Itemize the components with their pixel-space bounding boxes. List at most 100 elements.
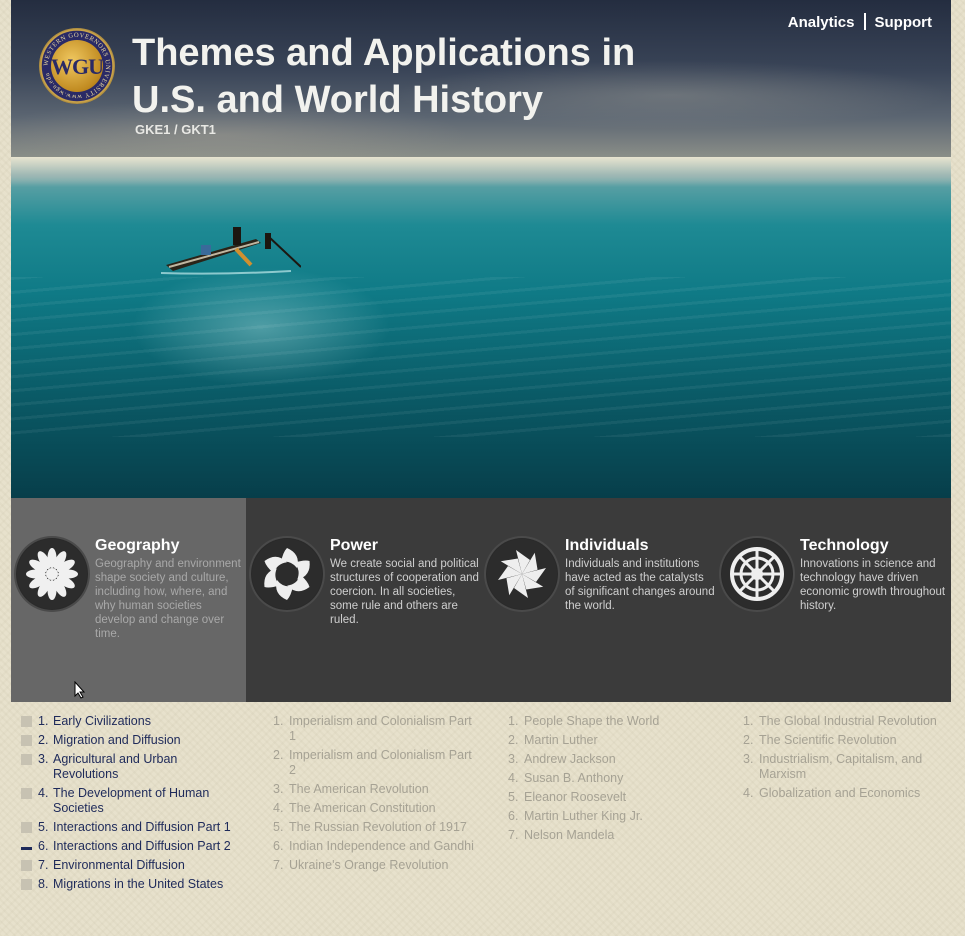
lesson-number: 3. [743, 752, 754, 766]
lesson-item[interactable]: 1. People Shape the World [508, 714, 708, 729]
top-nav: Analytics Support [788, 13, 932, 31]
lesson-title: The Russian Revolution of 1917 [289, 820, 467, 834]
lesson-item[interactable]: 4. The American Constitution [273, 801, 478, 816]
lesson-number: 3. [508, 752, 519, 766]
current-lesson-marker [21, 841, 32, 852]
lesson-number: 2. [273, 748, 284, 762]
lesson-number: 7. [508, 828, 519, 842]
lesson-item[interactable]: 3. The American Revolution [273, 782, 478, 797]
lesson-item[interactable]: 4. The Development of Human Societies [21, 786, 246, 816]
lesson-item[interactable]: 3. Andrew Jackson [508, 752, 708, 767]
lesson-number: 2. [743, 733, 754, 747]
lesson-title: Indian Independence and Gandhi [289, 839, 474, 853]
theme-description: Individuals and institutions have acted … [565, 558, 715, 612]
lesson-item[interactable]: 6. Martin Luther King Jr. [508, 809, 708, 824]
logo-mark: WGU [51, 54, 104, 79]
theme-tab-individuals[interactable]: Individuals Individuals and institutions… [481, 498, 716, 702]
lesson-title: Andrew Jackson [524, 752, 616, 766]
lesson-number: 6. [273, 839, 284, 853]
theme-name: Individuals [565, 537, 649, 554]
lesson-item[interactable]: 8. Migrations in the United States [21, 877, 246, 892]
theme-description: Geography and environment shape society … [95, 558, 241, 640]
lesson-item[interactable]: 2. Migration and Diffusion [21, 733, 246, 748]
theme-name: Power [330, 537, 379, 554]
course-code: GKE1 / GKT1 [135, 122, 216, 137]
theme-tab-geography[interactable]: Geography Geography and environment shap… [11, 498, 246, 702]
lesson-number: 4. [273, 801, 284, 815]
theme-description: We create social and political structure… [330, 558, 479, 626]
geography-lessons-list: 1. Early Civilizations 2. Migration and Dif… [21, 714, 246, 896]
lesson-number: 6. [38, 839, 49, 853]
lesson-number: 2. [508, 733, 519, 747]
power-lessons-list: 1. Imperialism and Colonialism Part 1 2. Im… [273, 714, 478, 877]
lesson-number: 1. [273, 714, 284, 728]
theme-tab-power[interactable]: Power We create social and political str… [246, 498, 481, 702]
lesson-item[interactable]: 4. Globalization and Economics [743, 786, 955, 801]
support-link[interactable]: Support [875, 14, 933, 31]
lesson-item[interactable]: 7. Nelson Mandela [508, 828, 708, 843]
lesson-item[interactable]: 1. Early Civilizations [21, 714, 246, 729]
lesson-title: Martin Luther [524, 733, 598, 747]
lesson-number: 7. [273, 858, 284, 872]
theme-name: Geography [95, 537, 180, 554]
lesson-title: Eleanor Roosevelt [524, 790, 627, 804]
analytics-link[interactable]: Analytics [788, 14, 855, 31]
lesson-title: Migration and Diffusion [53, 733, 181, 747]
lesson-title: Imperialism and Colonialism Part 1 [289, 714, 472, 743]
lesson-title: Susan B. Anthony [524, 771, 624, 785]
lesson-number: 5. [38, 820, 49, 834]
lesson-checkbox [21, 879, 32, 890]
lesson-title: Environmental Diffusion [53, 858, 185, 872]
lesson-checkbox [21, 822, 32, 833]
lesson-title: Imperialism and Colonialism Part 2 [289, 748, 472, 777]
lesson-number: 6. [508, 809, 519, 823]
lesson-item[interactable]: 3. Agricultural and Urban Revolutions [21, 752, 246, 782]
lesson-item[interactable]: 5. The Russian Revolution of 1917 [273, 820, 478, 835]
pinwheel-icon [486, 538, 558, 610]
hero-image [11, 157, 951, 498]
theme-tab-technology[interactable]: Technology Innovations in science and te… [716, 498, 951, 702]
header-banner: WESTERN GOVERNORS UNIVERSITY www.wgu.edu… [11, 0, 951, 157]
lesson-title: The Development of Human Societies [53, 786, 210, 815]
lesson-number: 3. [38, 752, 49, 766]
lesson-item[interactable]: 7. Ukraine's Orange Revolution [273, 858, 478, 873]
lesson-item[interactable]: 2. The Scientific Revolution [743, 733, 955, 748]
page-title: Themes and Applications in U.S. and Worl… [132, 32, 636, 121]
logo-medallion: WGU [51, 40, 104, 92]
canoe-illustration [161, 227, 301, 275]
lesson-number: 7. [38, 858, 49, 872]
lesson-title: Interactions and Diffusion Part 1 [53, 820, 231, 834]
lesson-item[interactable]: 5. Interactions and Diffusion Part 1 [21, 820, 246, 835]
lesson-title: The Scientific Revolution [759, 733, 897, 747]
lesson-item[interactable]: 6. Indian Independence and Gandhi [273, 839, 478, 854]
lesson-item[interactable]: 4. Susan B. Anthony [508, 771, 708, 786]
lesson-item[interactable]: 2. Martin Luther [508, 733, 708, 748]
lesson-title: Interactions and Diffusion Part 2 [53, 839, 231, 853]
lesson-title: Ukraine's Orange Revolution [289, 858, 449, 872]
technology-lessons-list: 1. The Global Industrial Revolution 2. The … [743, 714, 955, 805]
lesson-title: Nelson Mandela [524, 828, 615, 842]
lesson-item[interactable]: 2. Imperialism and Colonialism Part 2 [273, 748, 478, 778]
wgu-logo-seal[interactable]: WESTERN GOVERNORS UNIVERSITY www.wgu.edu… [39, 28, 115, 104]
lesson-title: Agricultural and Urban Revolutions [53, 752, 178, 781]
individuals-lessons-list: 1. People Shape the World 2. Martin Luther 3… [508, 714, 708, 847]
lesson-item[interactable]: 5. Eleanor Roosevelt [508, 790, 708, 805]
lesson-item[interactable]: 1. Imperialism and Colonialism Part 1 [273, 714, 478, 744]
lesson-number: 8. [38, 877, 49, 891]
lesson-title: People Shape the World [524, 714, 660, 728]
lesson-item[interactable]: 3. Industrialism, Capitalism, and Marxism [743, 752, 955, 782]
lesson-item[interactable]: 7. Environmental Diffusion [21, 858, 246, 873]
lesson-title: The American Constitution [289, 801, 436, 815]
theme-name: Technology [800, 537, 889, 554]
lesson-number: 1. [508, 714, 519, 728]
lesson-title: Globalization and Economics [759, 786, 921, 800]
lesson-title: Industrialism, Capitalism, and Marxism [759, 752, 923, 781]
lesson-number: 4. [508, 771, 519, 785]
lesson-number: 3. [273, 782, 284, 796]
wheel-icon [721, 538, 793, 610]
lesson-number: 2. [38, 733, 49, 747]
lesson-item[interactable]: 6. Interactions and Diffusion Part 2 [21, 839, 246, 854]
lesson-checkbox [21, 860, 32, 871]
lesson-item[interactable]: 1. The Global Industrial Revolution [743, 714, 955, 729]
hero-water-ripples [11, 277, 951, 437]
